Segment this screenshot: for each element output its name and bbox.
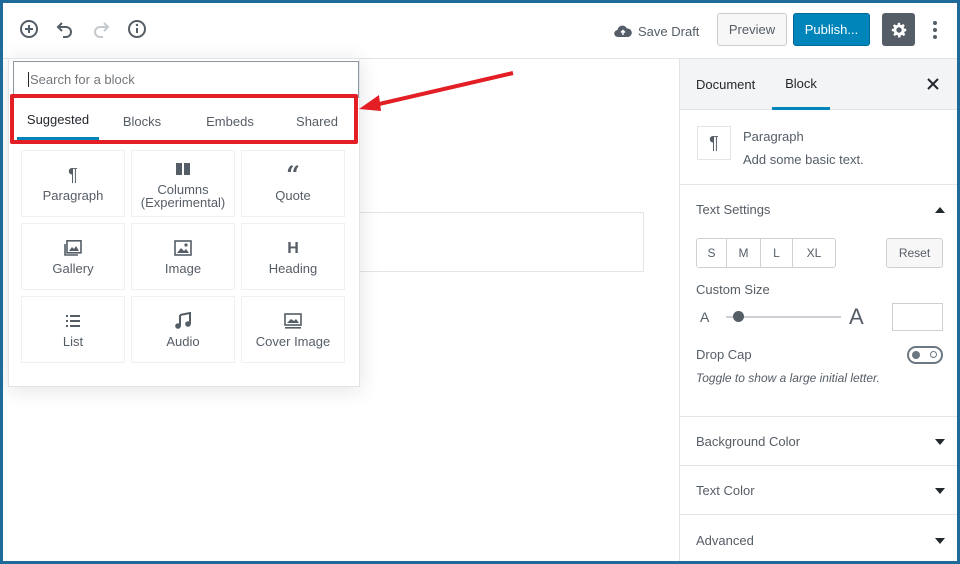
block-item-list[interactable]: List: [21, 296, 125, 363]
text-settings-title[interactable]: Text Settings: [696, 202, 770, 217]
paragraph-icon: ¶: [697, 126, 731, 160]
search-placeholder: Search for a block: [30, 72, 135, 87]
font-size-picker: S M L XL: [696, 238, 836, 268]
close-icon[interactable]: [924, 75, 942, 93]
font-size-small-button[interactable]: S: [697, 239, 727, 267]
block-item-label: List: [62, 334, 84, 349]
block-item-label: Cover Image: [255, 334, 331, 349]
toggle-off-indicator: [930, 351, 937, 358]
quote-icon: “: [286, 160, 300, 189]
block-inserter-popover: Search for a block Suggested Blocks Embe…: [8, 58, 360, 387]
block-card-title: Paragraph: [743, 129, 804, 144]
drop-cap-toggle[interactable]: [907, 346, 943, 364]
chevron-up-icon[interactable]: [934, 204, 946, 216]
image-icon: [174, 238, 192, 258]
toggle-knob: [912, 351, 920, 359]
redo-icon[interactable]: [89, 17, 113, 41]
small-a-label: A: [700, 309, 710, 325]
drop-cap-label: Drop Cap: [696, 347, 752, 362]
info-icon[interactable]: [125, 17, 149, 41]
gear-icon: [891, 22, 906, 37]
audio-icon: [174, 311, 192, 331]
editor-window: Save Draft Preview Publish... Document B…: [0, 0, 960, 564]
block-item-columns[interactable]: Columns (Experimental): [131, 150, 235, 217]
large-a-label: A: [849, 304, 864, 329]
custom-size-input[interactable]: [892, 303, 943, 331]
annotation-arrow-icon: [359, 71, 514, 111]
background-color-title[interactable]: Background Color: [696, 434, 800, 449]
block-item-paragraph[interactable]: ¶ Paragraph: [21, 150, 125, 217]
preview-button[interactable]: Preview: [717, 13, 787, 46]
block-item-label: Gallery: [52, 261, 94, 276]
chevron-down-icon[interactable]: [934, 436, 946, 448]
text-caret: [28, 72, 29, 87]
sidebar-tabs: Document Block: [680, 59, 957, 110]
block-item-gallery[interactable]: Gallery: [21, 223, 125, 290]
block-item-label: Quote: [275, 188, 311, 203]
settings-sidebar: Document Block ¶ Paragraph Add some basi…: [679, 59, 957, 561]
reset-button[interactable]: Reset: [886, 238, 943, 268]
cover-image-icon: [284, 311, 302, 331]
block-item-quote[interactable]: “ Quote: [241, 150, 345, 217]
paragraph-block-outline[interactable]: [356, 212, 644, 272]
panel-divider: [680, 416, 957, 417]
drop-cap-help: Toggle to show a large initial letter.: [696, 371, 880, 385]
tab-block[interactable]: Block: [772, 59, 830, 110]
block-item-label: Heading: [268, 261, 318, 276]
paragraph-icon: ¶: [68, 164, 78, 185]
panel-divider: [680, 465, 957, 466]
publish-button[interactable]: Publish...: [793, 13, 870, 46]
list-icon: [66, 311, 80, 331]
font-size-xl-button[interactable]: XL: [793, 239, 835, 267]
tab-document[interactable]: Document: [696, 59, 755, 110]
block-item-heading[interactable]: H Heading: [241, 223, 345, 290]
chevron-down-icon[interactable]: [934, 485, 946, 497]
font-size-medium-button[interactable]: M: [727, 239, 761, 267]
advanced-title[interactable]: Advanced: [696, 533, 754, 548]
block-item-label: Image: [164, 261, 202, 276]
block-item-audio[interactable]: Audio: [131, 296, 235, 363]
save-draft-label: Save Draft: [638, 23, 700, 39]
search-input[interactable]: Search for a block: [13, 61, 359, 98]
heading-icon: H: [287, 239, 299, 257]
chevron-down-icon[interactable]: [934, 535, 946, 547]
block-item-label: Columns (Experimental): [140, 181, 226, 210]
save-draft-button[interactable]: Save Draft: [614, 19, 699, 43]
annotation-highlight-box: [10, 94, 358, 144]
block-card: ¶ Paragraph Add some basic text.: [680, 110, 957, 185]
text-color-title[interactable]: Text Color: [696, 483, 755, 498]
block-item-cover-image[interactable]: Cover Image: [241, 296, 345, 363]
editor-toolbar: Save Draft Preview Publish...: [3, 3, 957, 59]
panel-divider: [680, 514, 957, 515]
custom-size-label: Custom Size: [696, 282, 770, 297]
cloud-upload-icon: [614, 25, 632, 38]
more-vertical-icon[interactable]: [923, 17, 947, 43]
font-size-large-button[interactable]: L: [761, 239, 793, 267]
gallery-icon: [64, 238, 82, 258]
block-item-label: Paragraph: [42, 188, 104, 203]
block-card-description: Add some basic text.: [743, 152, 864, 167]
settings-button[interactable]: [882, 13, 915, 46]
slider-handle[interactable]: [733, 311, 744, 322]
add-block-icon[interactable]: [17, 17, 41, 41]
columns-icon: [176, 159, 190, 179]
block-item-image[interactable]: Image: [131, 223, 235, 290]
undo-icon[interactable]: [53, 17, 77, 41]
block-item-label: Audio: [166, 334, 200, 349]
